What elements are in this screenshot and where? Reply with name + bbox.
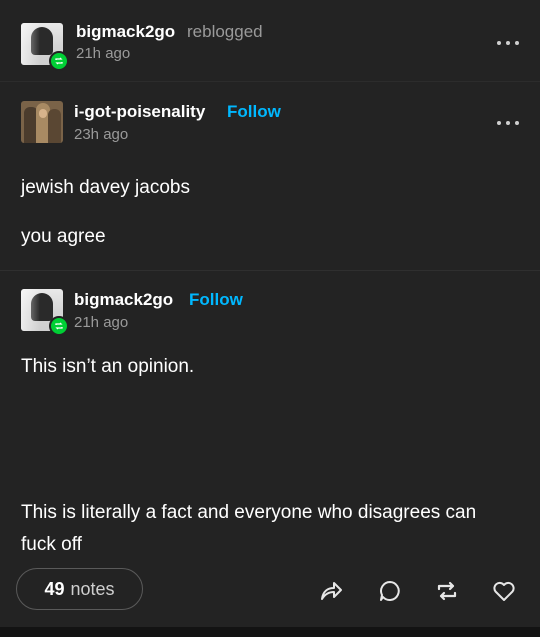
original-post-timestamp[interactable]: 23h ago xyxy=(74,126,128,143)
reblog-paragraph-1: This isn’t an opinion. xyxy=(21,356,195,377)
reblog-timestamp[interactable]: 21h ago xyxy=(74,314,128,331)
reblog-author-username[interactable]: bigmack2go xyxy=(74,290,173,310)
original-post-line-1: jewish davey jacobs xyxy=(21,177,190,198)
post-header: bigmack2go reblogged 21h ago xyxy=(0,0,540,82)
original-poster-avatar[interactable] xyxy=(21,101,63,143)
like-icon[interactable] xyxy=(491,578,517,604)
follow-button-original[interactable]: Follow xyxy=(227,102,281,122)
notes-label: notes xyxy=(70,578,115,599)
follow-button-reblog[interactable]: Follow xyxy=(189,290,243,310)
share-icon[interactable] xyxy=(318,578,344,604)
post-divider xyxy=(0,270,540,271)
notes-button[interactable]: 49 notes xyxy=(16,568,143,610)
original-post-line-2: you agree xyxy=(21,226,106,247)
reply-icon[interactable] xyxy=(377,578,403,604)
reblogger-username[interactable]: bigmack2go xyxy=(76,22,175,42)
header-timestamp[interactable]: 21h ago xyxy=(76,45,130,62)
original-more-options-icon[interactable] xyxy=(497,118,519,128)
more-options-icon[interactable] xyxy=(497,38,519,48)
reblog-icon[interactable] xyxy=(434,578,460,604)
notes-count: 49 xyxy=(44,578,65,599)
reblog-author-badge-icon xyxy=(49,316,69,336)
original-poster-username[interactable]: i-got-poisenality xyxy=(74,102,205,122)
reblog-paragraph-2: This is literally a fact and everyone wh… xyxy=(21,502,477,555)
reblog-badge-icon xyxy=(49,51,69,71)
post-card: bigmack2go reblogged 21h ago i-got-poise… xyxy=(0,0,540,627)
reblogged-label: reblogged xyxy=(187,22,263,41)
